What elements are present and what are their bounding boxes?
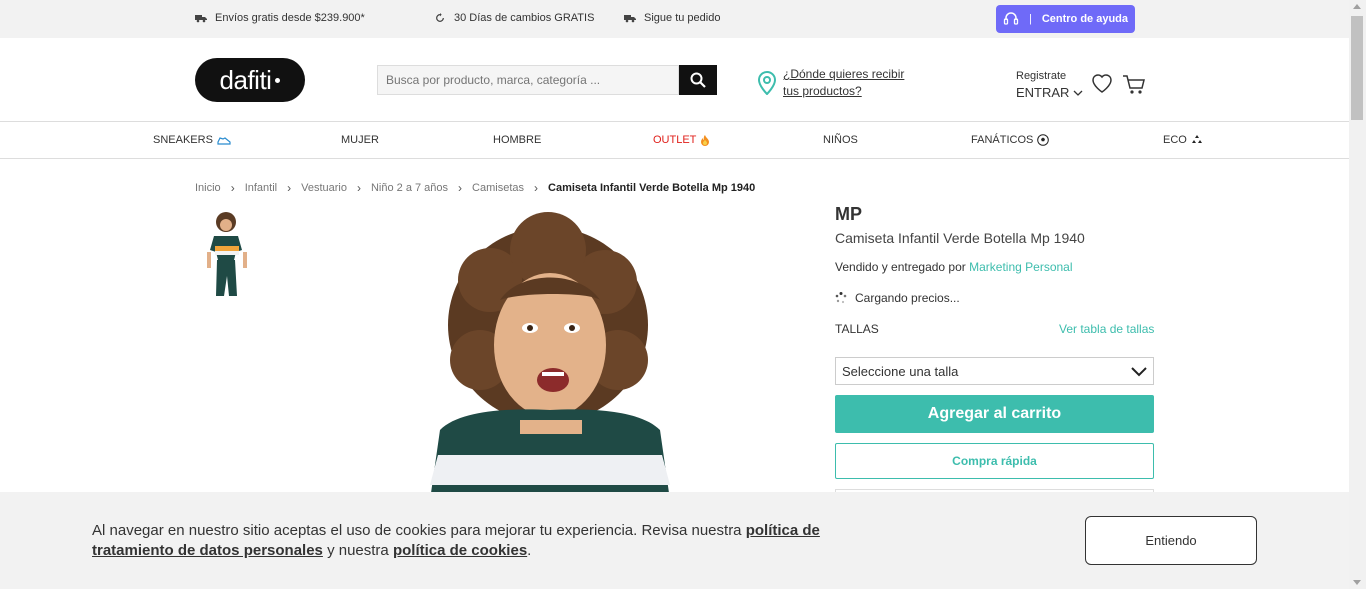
size-chart-link[interactable]: Ver tabla de tallas xyxy=(1059,322,1154,336)
recycle-icon xyxy=(1191,135,1202,143)
nav-item-fanaticos[interactable]: FANÁTICOS xyxy=(971,134,1050,146)
soccer-ball-icon xyxy=(1037,134,1050,146)
breadcrumb-link[interactable]: Camisetas xyxy=(472,182,524,194)
breadcrumb: Inicio › Infantil › Vestuario › Niño 2 a… xyxy=(195,181,755,195)
wishlist-heart-icon[interactable] xyxy=(1090,72,1114,94)
logo-dot xyxy=(275,77,281,83)
seller-link[interactable]: Marketing Personal xyxy=(969,260,1072,274)
search-button[interactable] xyxy=(679,65,717,95)
cart-icon[interactable] xyxy=(1122,74,1146,96)
breadcrumb-link[interactable]: Niño 2 a 7 años xyxy=(371,182,448,194)
dafiti-logo[interactable]: dafiti xyxy=(195,58,305,102)
nav-item-hombre[interactable]: HOMBRE xyxy=(493,134,541,146)
fire-icon xyxy=(701,135,710,146)
vertical-scrollbar[interactable] xyxy=(1349,0,1366,589)
top-bar: Envíos gratis desde $239.900* 30 Días de… xyxy=(0,0,1349,38)
login-dropdown[interactable]: ENTRAR xyxy=(1016,85,1083,100)
main-navigation: SNEAKERS MUJER HOMBRE OUTLET NIÑOS FANÁT… xyxy=(0,122,1349,159)
breadcrumb-link[interactable]: Vestuario xyxy=(301,182,347,194)
nav-item-outlet[interactable]: OUTLET xyxy=(653,134,710,146)
shipping-info[interactable]: Envíos gratis desde $239.900* xyxy=(195,12,365,24)
cookie-text-1: Al navegar en nuestro sitio aceptas el u… xyxy=(92,522,746,539)
product-name: Camiseta Infantil Verde Botella Mp 1940 xyxy=(835,230,1085,246)
spinner-icon xyxy=(835,292,847,304)
location-pin-icon[interactable] xyxy=(757,71,777,95)
accept-cookies-button[interactable]: Entiendo xyxy=(1085,516,1257,565)
cookie-policy-link[interactable]: política de cookies xyxy=(393,542,527,559)
returns-info[interactable]: 30 Días de cambios GRATIS xyxy=(434,12,594,24)
nav-label: SNEAKERS xyxy=(153,134,213,146)
price-loading: Cargando precios... xyxy=(835,291,960,305)
shipping-text: Envíos gratis desde $239.900* xyxy=(215,12,365,24)
returns-text: 30 Días de cambios GRATIS xyxy=(454,12,595,24)
seller-prefix: Vendido y entregado por xyxy=(835,260,966,274)
search-icon xyxy=(690,72,706,88)
sizes-label: TALLAS xyxy=(835,322,879,336)
quick-buy-button[interactable]: Compra rápida xyxy=(835,443,1154,479)
help-label: Centro de ayuda xyxy=(1041,13,1129,25)
scroll-up-arrow-icon[interactable] xyxy=(1353,4,1361,9)
nav-label: OUTLET xyxy=(653,134,697,146)
nav-label: ECO xyxy=(1163,134,1187,146)
track-order[interactable]: Sigue tu pedido xyxy=(624,12,720,24)
truck-icon xyxy=(195,15,207,23)
breadcrumb-link[interactable]: Inicio xyxy=(195,182,221,194)
cookie-text-3: . xyxy=(527,542,532,559)
nav-label: MUJER xyxy=(341,134,379,146)
chevron-right-icon: › xyxy=(356,181,361,195)
nav-item-sneakers[interactable]: SNEAKERS xyxy=(153,134,231,146)
size-select[interactable]: Seleccione una talla xyxy=(835,357,1154,385)
breadcrumb-current: Camiseta Infantil Verde Botella Mp 1940 xyxy=(548,182,756,194)
register-link[interactable]: Registrate xyxy=(1016,70,1066,82)
sneaker-icon xyxy=(217,137,231,145)
refresh-icon xyxy=(436,13,444,22)
chevron-down-icon xyxy=(1131,367,1147,377)
help-center-button[interactable]: | Centro de ayuda xyxy=(996,5,1135,33)
search-input[interactable] xyxy=(377,65,679,95)
scrollbar-thumb[interactable] xyxy=(1351,16,1363,120)
help-separator: | xyxy=(1028,13,1032,25)
nav-item-eco[interactable]: ECO xyxy=(1163,134,1203,146)
cookie-text-2: y nuestra xyxy=(322,542,393,559)
add-to-cart-button[interactable]: Agregar al carrito xyxy=(835,395,1154,433)
chevron-right-icon: › xyxy=(458,181,463,195)
seller-info: Vendido y entregado por Marketing Person… xyxy=(835,260,1073,274)
cookie-banner: Al navegar en nuestro sitio aceptas el u… xyxy=(0,492,1349,589)
loading-text: Cargando precios... xyxy=(855,291,960,305)
nav-label: FANÁTICOS xyxy=(971,134,1034,146)
track-text: Sigue tu pedido xyxy=(644,12,721,24)
nav-item-ninos[interactable]: NIÑOS xyxy=(823,134,858,146)
chevron-right-icon: › xyxy=(534,181,539,195)
scroll-down-arrow-icon[interactable] xyxy=(1353,580,1361,585)
breadcrumb-link[interactable]: Infantil xyxy=(245,182,277,194)
product-brand[interactable]: MP xyxy=(835,204,862,225)
truck-icon xyxy=(624,15,636,23)
chevron-right-icon: › xyxy=(230,181,235,195)
chevron-right-icon: › xyxy=(287,181,292,195)
logo-text: dafiti xyxy=(219,64,272,95)
nav-label: HOMBRE xyxy=(493,134,542,146)
login-label: ENTRAR xyxy=(1016,85,1070,100)
size-select-value: Seleccione una talla xyxy=(842,363,959,379)
product-thumbnail[interactable] xyxy=(198,210,256,298)
delivery-location-link[interactable]: ¿Dónde quieres recibir tus productos? xyxy=(783,66,923,100)
nav-label: NIÑOS xyxy=(823,134,858,146)
header: dafiti ¿Dónde quieres recibir tus produc… xyxy=(0,38,1349,122)
nav-item-mujer[interactable]: MUJER xyxy=(341,134,379,146)
product-main-image[interactable] xyxy=(370,210,730,500)
headset-icon xyxy=(1003,12,1019,25)
cookie-message: Al navegar en nuestro sitio aceptas el u… xyxy=(92,521,892,561)
chevron-down-icon xyxy=(1073,90,1083,96)
